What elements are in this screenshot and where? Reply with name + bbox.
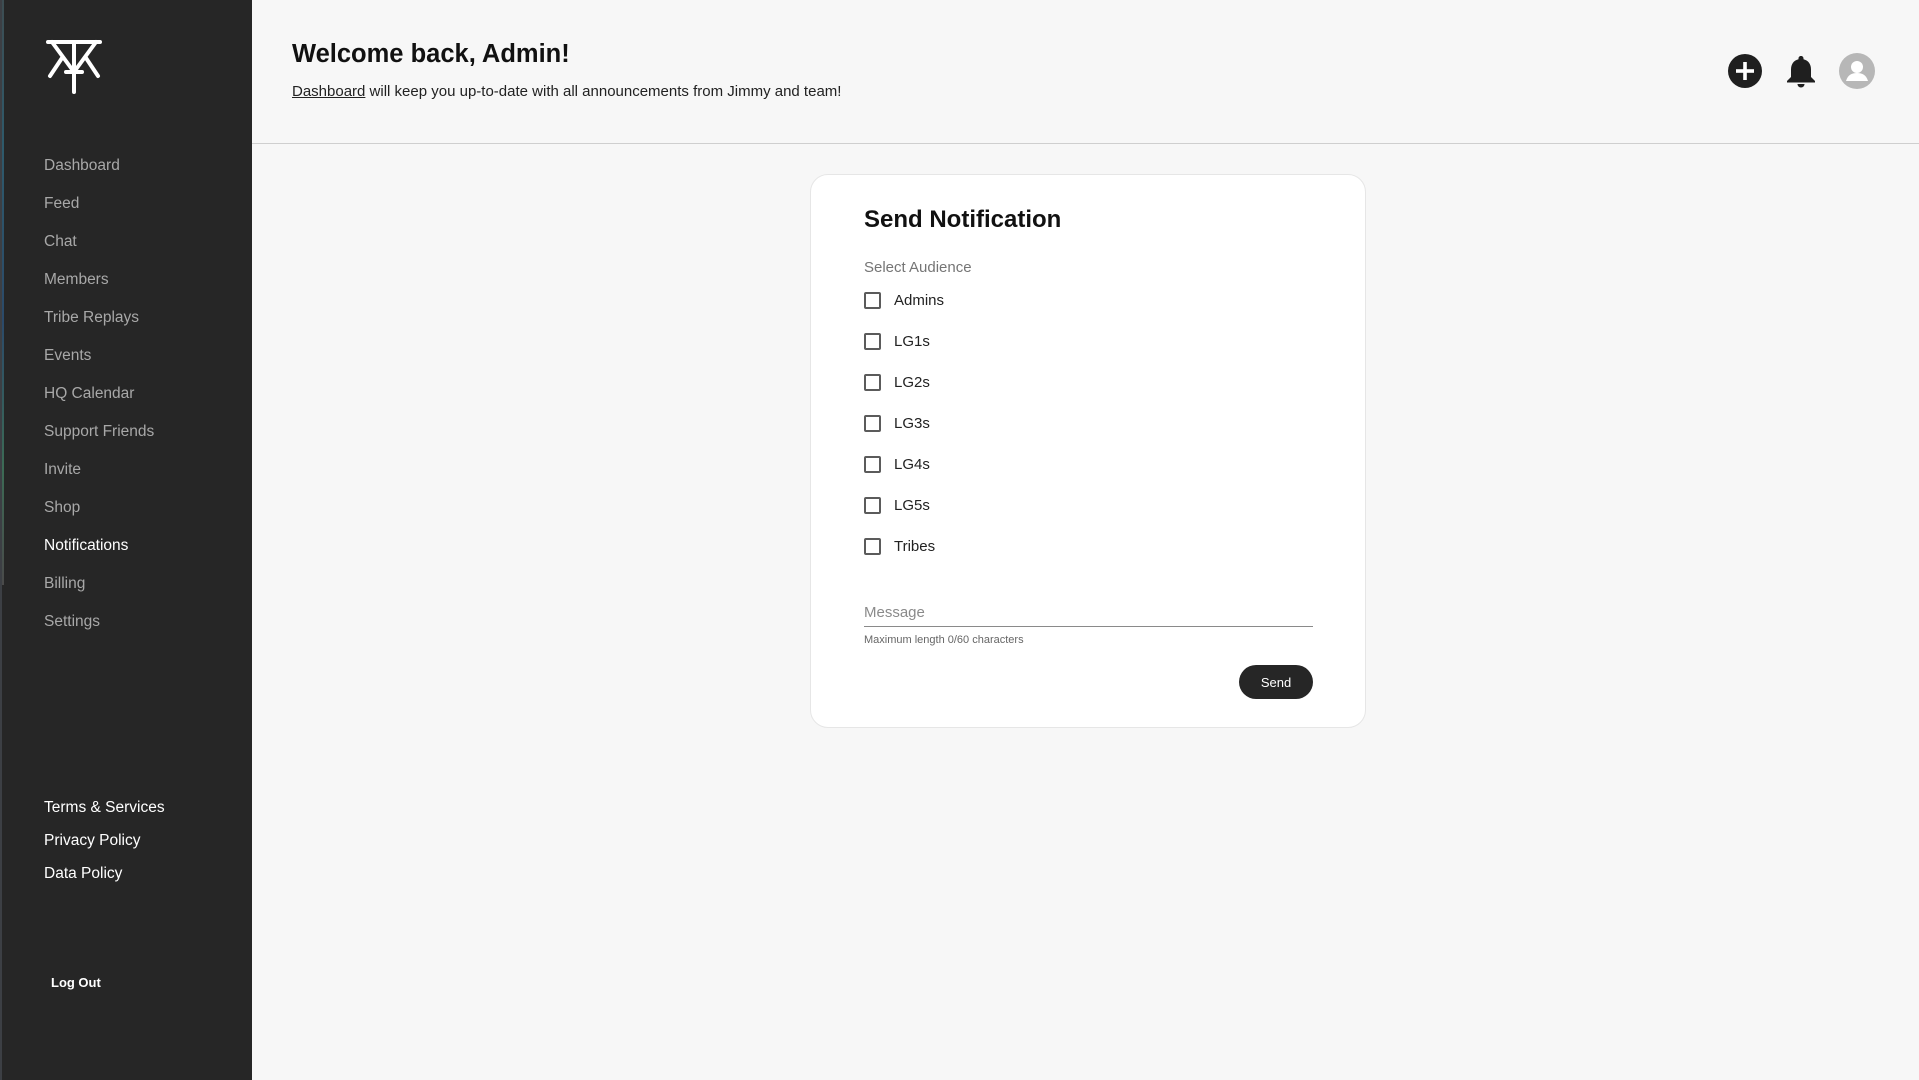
page-subtitle: Dashboard will keep you up-to-date with … bbox=[292, 83, 841, 100]
message-field-group: Maximum length 0/60 characters bbox=[864, 599, 1313, 646]
audience-option-lg4s[interactable]: LG4s bbox=[864, 455, 944, 496]
option-label: LG1s bbox=[894, 333, 930, 350]
checkbox[interactable] bbox=[864, 538, 881, 555]
subtitle-text: will keep you up-to-date with all announ… bbox=[365, 83, 842, 100]
app-root: Dashboard Feed Chat Members Tribe Replay… bbox=[0, 0, 1919, 1080]
message-input[interactable] bbox=[864, 599, 1313, 627]
logout-button[interactable]: Log Out bbox=[51, 975, 101, 990]
sidebar-item-feed[interactable]: Feed bbox=[44, 192, 154, 230]
sidebar: Dashboard Feed Chat Members Tribe Replay… bbox=[0, 0, 252, 1080]
sidebar-item-settings[interactable]: Settings bbox=[44, 610, 154, 648]
audience-option-lg5s[interactable]: LG5s bbox=[864, 496, 944, 537]
header-actions bbox=[1727, 53, 1875, 89]
sidebar-item-members[interactable]: Members bbox=[44, 268, 154, 306]
add-circle-icon[interactable] bbox=[1727, 53, 1763, 89]
data-policy-link[interactable]: Data Policy bbox=[44, 863, 165, 896]
checkbox[interactable] bbox=[864, 333, 881, 350]
checkbox[interactable] bbox=[864, 415, 881, 432]
sidebar-item-invite[interactable]: Invite bbox=[44, 458, 154, 496]
audience-option-lg3s[interactable]: LG3s bbox=[864, 414, 944, 455]
legal-links: Terms & Services Privacy Policy Data Pol… bbox=[44, 797, 165, 896]
privacy-policy-link[interactable]: Privacy Policy bbox=[44, 830, 165, 863]
tribe-logo-icon[interactable] bbox=[42, 36, 106, 96]
option-label: LG3s bbox=[894, 415, 930, 432]
user-avatar-icon[interactable] bbox=[1839, 53, 1875, 89]
option-label: LG2s bbox=[894, 374, 930, 391]
page-header: Welcome back, Admin! Dashboard will keep… bbox=[252, 0, 1919, 144]
bell-icon[interactable] bbox=[1783, 53, 1819, 89]
sidebar-item-shop[interactable]: Shop bbox=[44, 496, 154, 534]
page-title: Welcome back, Admin! bbox=[292, 40, 570, 68]
sidebar-item-dashboard[interactable]: Dashboard bbox=[44, 154, 154, 192]
send-notification-card: Send Notification Select Audience Admins… bbox=[810, 174, 1366, 728]
audience-option-lg1s[interactable]: LG1s bbox=[864, 332, 944, 373]
checkbox[interactable] bbox=[864, 374, 881, 391]
audience-label: Select Audience bbox=[864, 259, 972, 276]
sidebar-item-hq-calendar[interactable]: HQ Calendar bbox=[44, 382, 154, 420]
sidebar-item-notifications[interactable]: Notifications bbox=[44, 534, 154, 572]
audience-options: Admins LG1s LG2s LG3s LG4s LG5s Tribes bbox=[864, 291, 944, 578]
sidebar-nav: Dashboard Feed Chat Members Tribe Replay… bbox=[44, 154, 154, 648]
sidebar-item-billing[interactable]: Billing bbox=[44, 572, 154, 610]
checkbox[interactable] bbox=[864, 497, 881, 514]
dashboard-link[interactable]: Dashboard bbox=[292, 83, 365, 100]
sidebar-item-events[interactable]: Events bbox=[44, 344, 154, 382]
option-label: LG5s bbox=[894, 497, 930, 514]
sidebar-item-chat[interactable]: Chat bbox=[44, 230, 154, 268]
sidebar-accent-bar bbox=[2, 0, 4, 585]
audience-option-tribes[interactable]: Tribes bbox=[864, 537, 944, 578]
message-helper-text: Maximum length 0/60 characters bbox=[864, 634, 1024, 646]
terms-link[interactable]: Terms & Services bbox=[44, 797, 165, 830]
option-label: Admins bbox=[894, 292, 945, 309]
checkbox[interactable] bbox=[864, 456, 881, 473]
sidebar-item-tribe-replays[interactable]: Tribe Replays bbox=[44, 306, 154, 344]
audience-option-admins[interactable]: Admins bbox=[864, 291, 944, 332]
audience-option-lg2s[interactable]: LG2s bbox=[864, 373, 944, 414]
sidebar-item-support-friends[interactable]: Support Friends bbox=[44, 420, 154, 458]
option-label: LG4s bbox=[894, 456, 930, 473]
option-label: Tribes bbox=[894, 538, 936, 555]
card-title: Send Notification bbox=[864, 206, 1062, 233]
send-button[interactable]: Send bbox=[1239, 665, 1313, 699]
checkbox[interactable] bbox=[864, 292, 881, 309]
